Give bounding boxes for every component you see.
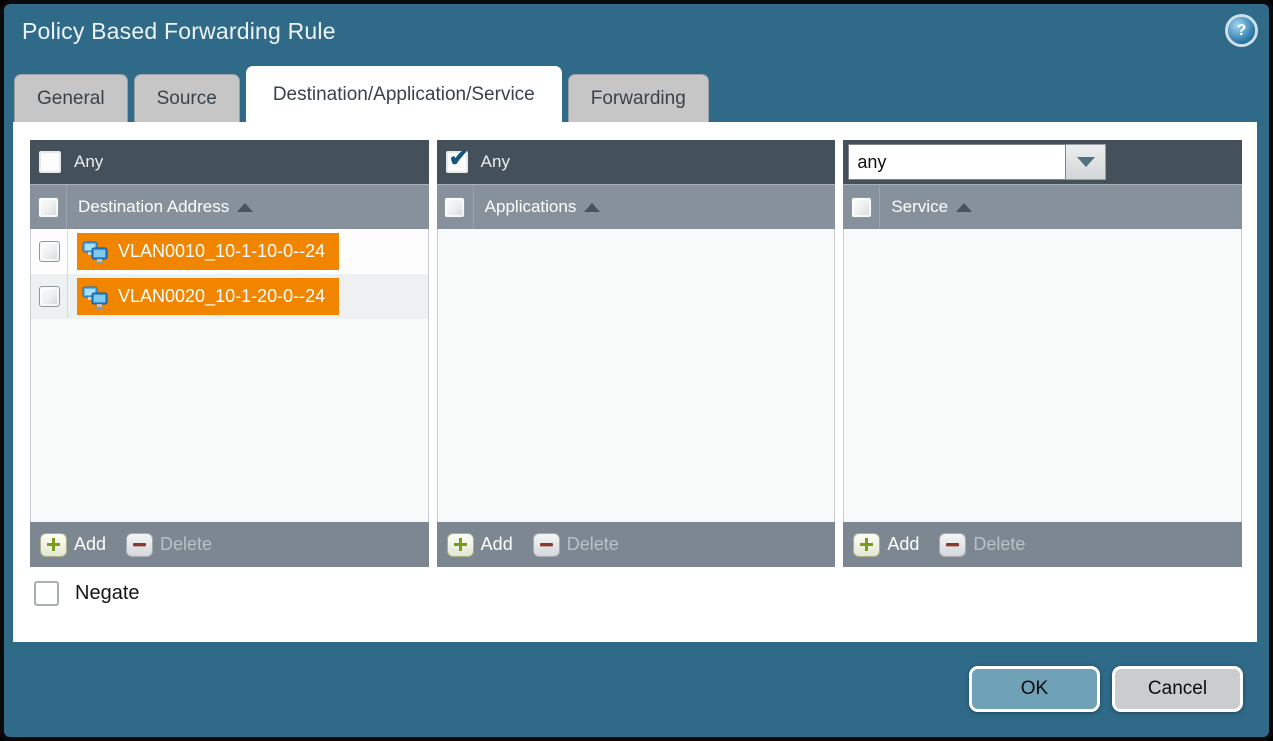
destination-footer-toolbar: Add Delete (30, 522, 429, 567)
service-header[interactable]: Service (843, 184, 1242, 229)
add-button[interactable]: Add (40, 533, 106, 557)
network-computers-icon (82, 240, 109, 264)
network-computers-icon (82, 285, 109, 309)
plus-icon (447, 533, 474, 557)
address-object-chip[interactable]: VLAN0010_10-1-10-0--24 (77, 233, 339, 270)
applications-select-all-checkbox[interactable] (444, 197, 465, 218)
applications-column: ✔ Any Applications (437, 140, 836, 567)
applications-any-bar: ✔ Any (437, 140, 836, 184)
help-icon-glyph: ? (1237, 22, 1247, 40)
destination-select-all-checkbox[interactable] (38, 197, 59, 218)
service-column: any Service (843, 140, 1242, 567)
tab-label: General (37, 88, 105, 110)
dropdown-button[interactable] (1066, 144, 1106, 180)
tab-source[interactable]: Source (134, 74, 240, 122)
tab-forwarding[interactable]: Forwarding (568, 74, 709, 122)
select-all-cell (437, 185, 474, 229)
destination-address-list: VLAN0010_10-1-10-0--24 (30, 229, 429, 522)
table-row: VLAN0010_10-1-10-0--24 (31, 229, 428, 274)
plus-icon (853, 533, 880, 557)
destination-any-label: Any (74, 152, 103, 172)
destination-address-column: Any Destination Address (30, 140, 429, 567)
delete-button[interactable]: Delete (939, 533, 1025, 557)
row-checkbox-cell (31, 274, 68, 319)
tab-label: Destination/Application/Service (273, 84, 535, 106)
service-dropdown-bar: any (843, 140, 1242, 184)
add-button[interactable]: Add (447, 533, 513, 557)
minus-icon (126, 533, 153, 557)
row-checkbox[interactable] (39, 241, 60, 262)
sort-asc-icon (956, 203, 972, 212)
chip-wrap: VLAN0010_10-1-10-0--24 (68, 229, 339, 274)
tab-label: Forwarding (591, 88, 686, 110)
cancel-button[interactable]: Cancel (1112, 666, 1243, 712)
minus-icon (939, 533, 966, 557)
address-object-chip[interactable]: VLAN0020_10-1-20-0--24 (77, 278, 339, 315)
destination-any-bar: Any (30, 140, 429, 184)
destination-address-header[interactable]: Destination Address (30, 184, 429, 229)
select-all-cell (843, 185, 880, 229)
negate-checkbox[interactable] (34, 581, 59, 606)
dialog-title: Policy Based Forwarding Rule (22, 18, 336, 45)
delete-button[interactable]: Delete (126, 533, 212, 557)
destination-header-label: Destination Address (78, 197, 229, 217)
address-object-label: VLAN0020_10-1-20-0--24 (118, 286, 325, 307)
checkmark-icon: ✔ (449, 147, 469, 171)
add-button[interactable]: Add (853, 533, 919, 557)
chevron-down-icon (1077, 157, 1095, 167)
tab-bar: General Source Destination/Application/S… (14, 66, 709, 122)
sort-asc-icon (237, 203, 253, 212)
applications-header-label: Applications (485, 197, 577, 217)
applications-footer-toolbar: Add Delete (437, 522, 836, 567)
add-button-label: Add (74, 534, 106, 555)
delete-button-label: Delete (973, 534, 1025, 555)
negate-label: Negate (75, 582, 140, 605)
tab-general[interactable]: General (14, 74, 128, 122)
delete-button-label: Delete (160, 534, 212, 555)
row-checkbox-cell (31, 229, 68, 274)
add-button-label: Add (481, 534, 513, 555)
tab-destination-application-service[interactable]: Destination/Application/Service (246, 66, 562, 122)
tab-label: Source (157, 88, 217, 110)
service-dropdown[interactable]: any (848, 144, 1106, 180)
destination-any-checkbox[interactable] (39, 151, 61, 173)
select-all-cell (30, 185, 67, 229)
add-button-label: Add (887, 534, 919, 555)
service-list (843, 229, 1242, 522)
applications-any-label: Any (481, 152, 510, 172)
tab-content-panel: Any Destination Address (13, 122, 1257, 642)
row-checkbox[interactable] (39, 286, 60, 307)
policy-based-forwarding-dialog: Policy Based Forwarding Rule ? General S… (0, 0, 1273, 741)
service-header-label: Service (891, 197, 948, 217)
applications-header[interactable]: Applications (437, 184, 836, 229)
delete-button-label: Delete (567, 534, 619, 555)
delete-button[interactable]: Delete (533, 533, 619, 557)
sort-asc-icon (584, 203, 600, 212)
service-dropdown-value[interactable]: any (848, 144, 1066, 180)
minus-icon (533, 533, 560, 557)
applications-any-checkbox[interactable]: ✔ (446, 151, 468, 173)
table-row: VLAN0020_10-1-20-0--24 (31, 274, 428, 319)
negate-row: Negate (34, 581, 140, 606)
service-select-all-checkbox[interactable] (851, 197, 872, 218)
applications-list (437, 229, 836, 522)
address-object-label: VLAN0010_10-1-10-0--24 (118, 241, 325, 262)
service-footer-toolbar: Add Delete (843, 522, 1242, 567)
plus-icon (40, 533, 67, 557)
chip-wrap: VLAN0020_10-1-20-0--24 (68, 274, 339, 319)
columns-container: Any Destination Address (30, 140, 1242, 567)
help-icon[interactable]: ? (1228, 17, 1255, 44)
ok-button[interactable]: OK (969, 666, 1100, 712)
